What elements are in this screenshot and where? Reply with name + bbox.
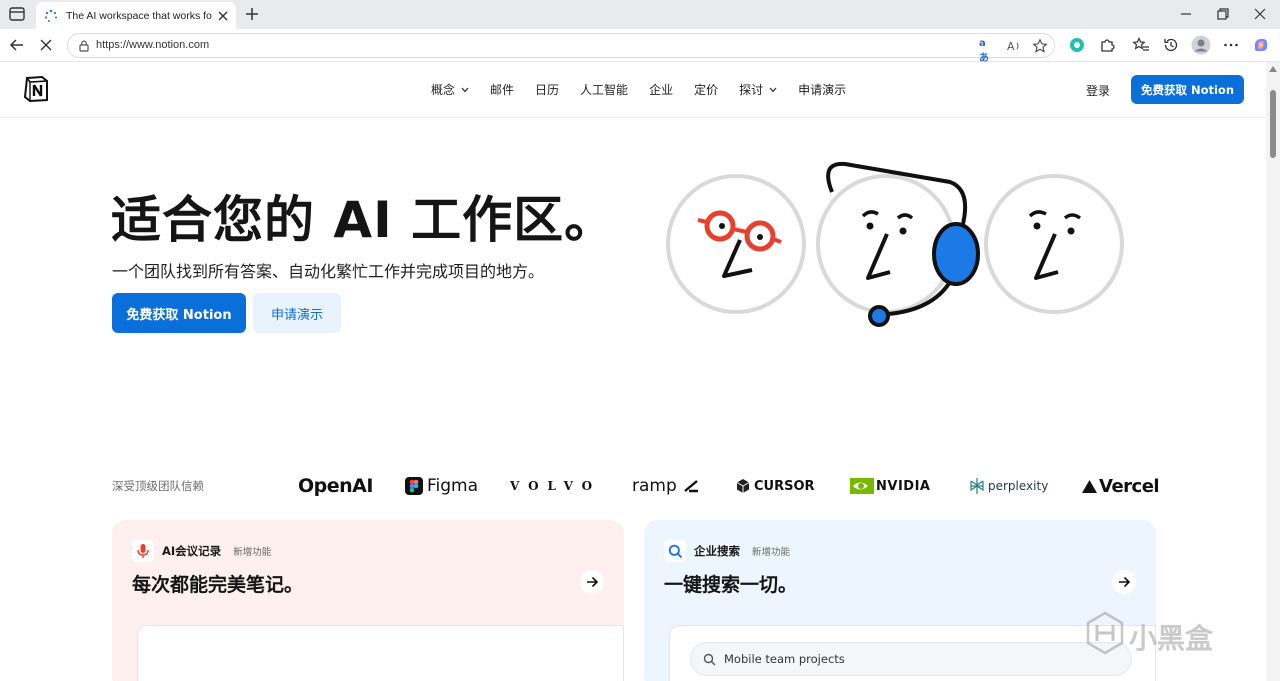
- nav-item-label: 定价: [694, 83, 719, 97]
- card-tagline: 企业搜索 新增功能: [664, 540, 790, 562]
- perplexity-icon: [970, 478, 984, 494]
- browser-toolbar: https://www.notion.com aあ A: [0, 29, 1280, 64]
- profile-avatar[interactable]: [1191, 35, 1211, 55]
- search-preview-input[interactable]: Mobile team projects: [690, 642, 1132, 676]
- search-icon: [703, 653, 716, 665]
- arrow-right-icon[interactable]: [580, 570, 604, 594]
- nav-item-0[interactable]: 概念: [431, 81, 469, 98]
- card-tagline: AI会议记录 新增功能: [132, 540, 271, 562]
- site-info-icon[interactable]: [77, 39, 91, 53]
- card-preview-panel: [137, 625, 624, 681]
- card-tag: AI会议记录: [162, 544, 222, 558]
- openai-logo: OpenAI: [298, 475, 373, 497]
- nav-item-3[interactable]: 人工智能: [580, 81, 628, 98]
- svg-text:A: A: [1007, 40, 1015, 53]
- card-heading: 一键搜索一切。: [664, 574, 798, 596]
- nav-item-label: 探讨: [739, 83, 764, 97]
- plain-face: [984, 174, 1124, 314]
- tab-actions-icon[interactable]: [8, 6, 26, 22]
- hero-subtitle: 一个团队找到所有答案、自动化繁忙工作并完成项目的地方。: [112, 262, 545, 281]
- address-bar[interactable]: https://www.notion.com aあ A: [67, 33, 1055, 64]
- notion-logo-icon[interactable]: [22, 75, 50, 103]
- nav-item-1[interactable]: 邮件: [490, 81, 514, 98]
- tab-close-icon[interactable]: [216, 9, 230, 23]
- nav-item-7[interactable]: 申请演示: [798, 81, 846, 98]
- face-with-glasses: [666, 174, 806, 314]
- back-icon[interactable]: [8, 36, 26, 54]
- loading-icon: [44, 9, 57, 22]
- minimize-icon[interactable]: [1177, 5, 1195, 23]
- translate-icon[interactable]: aあ: [979, 38, 995, 64]
- nav-item-4[interactable]: 企业: [649, 81, 673, 98]
- restore-icon[interactable]: [1214, 5, 1232, 23]
- active-tab[interactable]: The AI workspace that works for y: [36, 2, 236, 29]
- vercel-triangle-icon: [1082, 479, 1097, 493]
- nav-item-6[interactable]: 探讨: [739, 81, 777, 98]
- figma-logo: Figma: [405, 472, 478, 500]
- login-link[interactable]: 登录: [1086, 82, 1110, 99]
- card-tag: 企业搜索: [694, 544, 740, 558]
- main-menu: 概念 邮件 日历 人工智能 企业 定价 探讨 申请演示: [431, 81, 867, 98]
- nav-item-label: 邮件: [490, 83, 515, 97]
- nvidia-logo: NVIDIA: [850, 472, 930, 500]
- get-notion-free-button[interactable]: 免费获取 Notion: [112, 293, 246, 333]
- cursor-cube-icon: [736, 479, 750, 493]
- ai-meeting-notes-card[interactable]: AI会议记录 新增功能 每次都能完美笔记。: [112, 520, 624, 681]
- perplexity-logo: perplexity: [969, 472, 1048, 500]
- new-tab-icon[interactable]: [243, 5, 261, 23]
- tab-bar: The AI workspace that works for y: [0, 0, 1280, 29]
- more-menu-icon[interactable]: [1222, 36, 1240, 54]
- figma-icon: [405, 477, 423, 495]
- chevron-down-icon: [769, 87, 777, 92]
- new-feature-badge: 新增功能: [752, 547, 791, 558]
- tab-title: The AI workspace that works for y: [66, 9, 212, 22]
- history-icon[interactable]: [1162, 36, 1180, 54]
- extension-icon[interactable]: [1068, 36, 1086, 54]
- enterprise-search-card[interactable]: 企业搜索 新增功能 一键搜索一切。 Mobile team projects: [644, 520, 1156, 681]
- scroll-thumb[interactable]: [1270, 90, 1276, 158]
- read-aloud-icon[interactable]: A: [1006, 38, 1022, 54]
- copilot-icon[interactable]: [1252, 36, 1270, 54]
- scroll-up-arrow-icon[interactable]: [1269, 66, 1277, 72]
- request-demo-button[interactable]: 申请演示: [253, 293, 341, 333]
- header-get-notion-button[interactable]: 免费获取 Notion: [1131, 75, 1244, 104]
- nav-item-label: 概念: [431, 83, 456, 97]
- xiaoheihe-watermark: 小黑盒: [1085, 609, 1245, 659]
- vercel-logo: Vercel: [1081, 472, 1160, 500]
- watermark-logo-icon: [1086, 611, 1124, 655]
- nav-item-label: 企业: [649, 83, 674, 97]
- hero-illustration: [666, 161, 1124, 327]
- watermark-text: 小黑盒: [1129, 622, 1214, 655]
- search-preview-text: Mobile team projects: [724, 652, 845, 666]
- ramp-mark-icon: [683, 480, 698, 493]
- search-icon: [664, 540, 686, 562]
- window-close-icon[interactable]: [1251, 5, 1269, 23]
- site-header: 概念 邮件 日历 人工智能 企业 定价 探讨 申请演示 登录 免费获取 Notion: [0, 62, 1266, 118]
- nvidia-eye-icon: [850, 478, 874, 494]
- page-scrollbar[interactable]: [1266, 62, 1280, 681]
- stop-loading-icon[interactable]: [37, 36, 55, 54]
- face-with-headset: [816, 161, 980, 327]
- ramp-logo: ramp: [632, 472, 699, 500]
- nav-item-2[interactable]: 日历: [535, 81, 559, 98]
- arrow-right-icon[interactable]: [1112, 570, 1136, 594]
- url-text[interactable]: https://www.notion.com: [96, 39, 209, 51]
- favorite-star-icon[interactable]: [1032, 38, 1048, 54]
- favorites-icon[interactable]: [1132, 36, 1150, 54]
- card-heading: 每次都能完美笔记。: [132, 574, 304, 596]
- cursor-logo: CURSOR: [736, 472, 815, 500]
- nav-item-label: 人工智能: [580, 83, 629, 97]
- chevron-down-icon: [461, 87, 469, 92]
- nav-item-5[interactable]: 定价: [694, 81, 718, 98]
- nav-item-label: 申请演示: [798, 83, 847, 97]
- nav-item-label: 日历: [535, 83, 560, 97]
- hero-title: 适合您的 AI 工作区。: [111, 191, 616, 249]
- trusted-by-label: 深受顶级团队信赖: [112, 479, 204, 493]
- extensions-puzzle-icon[interactable]: [1098, 36, 1116, 54]
- new-feature-badge: 新增功能: [233, 547, 272, 558]
- volvo-logo: VOLVO: [510, 479, 602, 493]
- microphone-icon: [132, 540, 154, 562]
- notion-homepage: 概念 邮件 日历 人工智能 企业 定价 探讨 申请演示 登录 免费获取 Notion 适合您的…: [0, 62, 1266, 681]
